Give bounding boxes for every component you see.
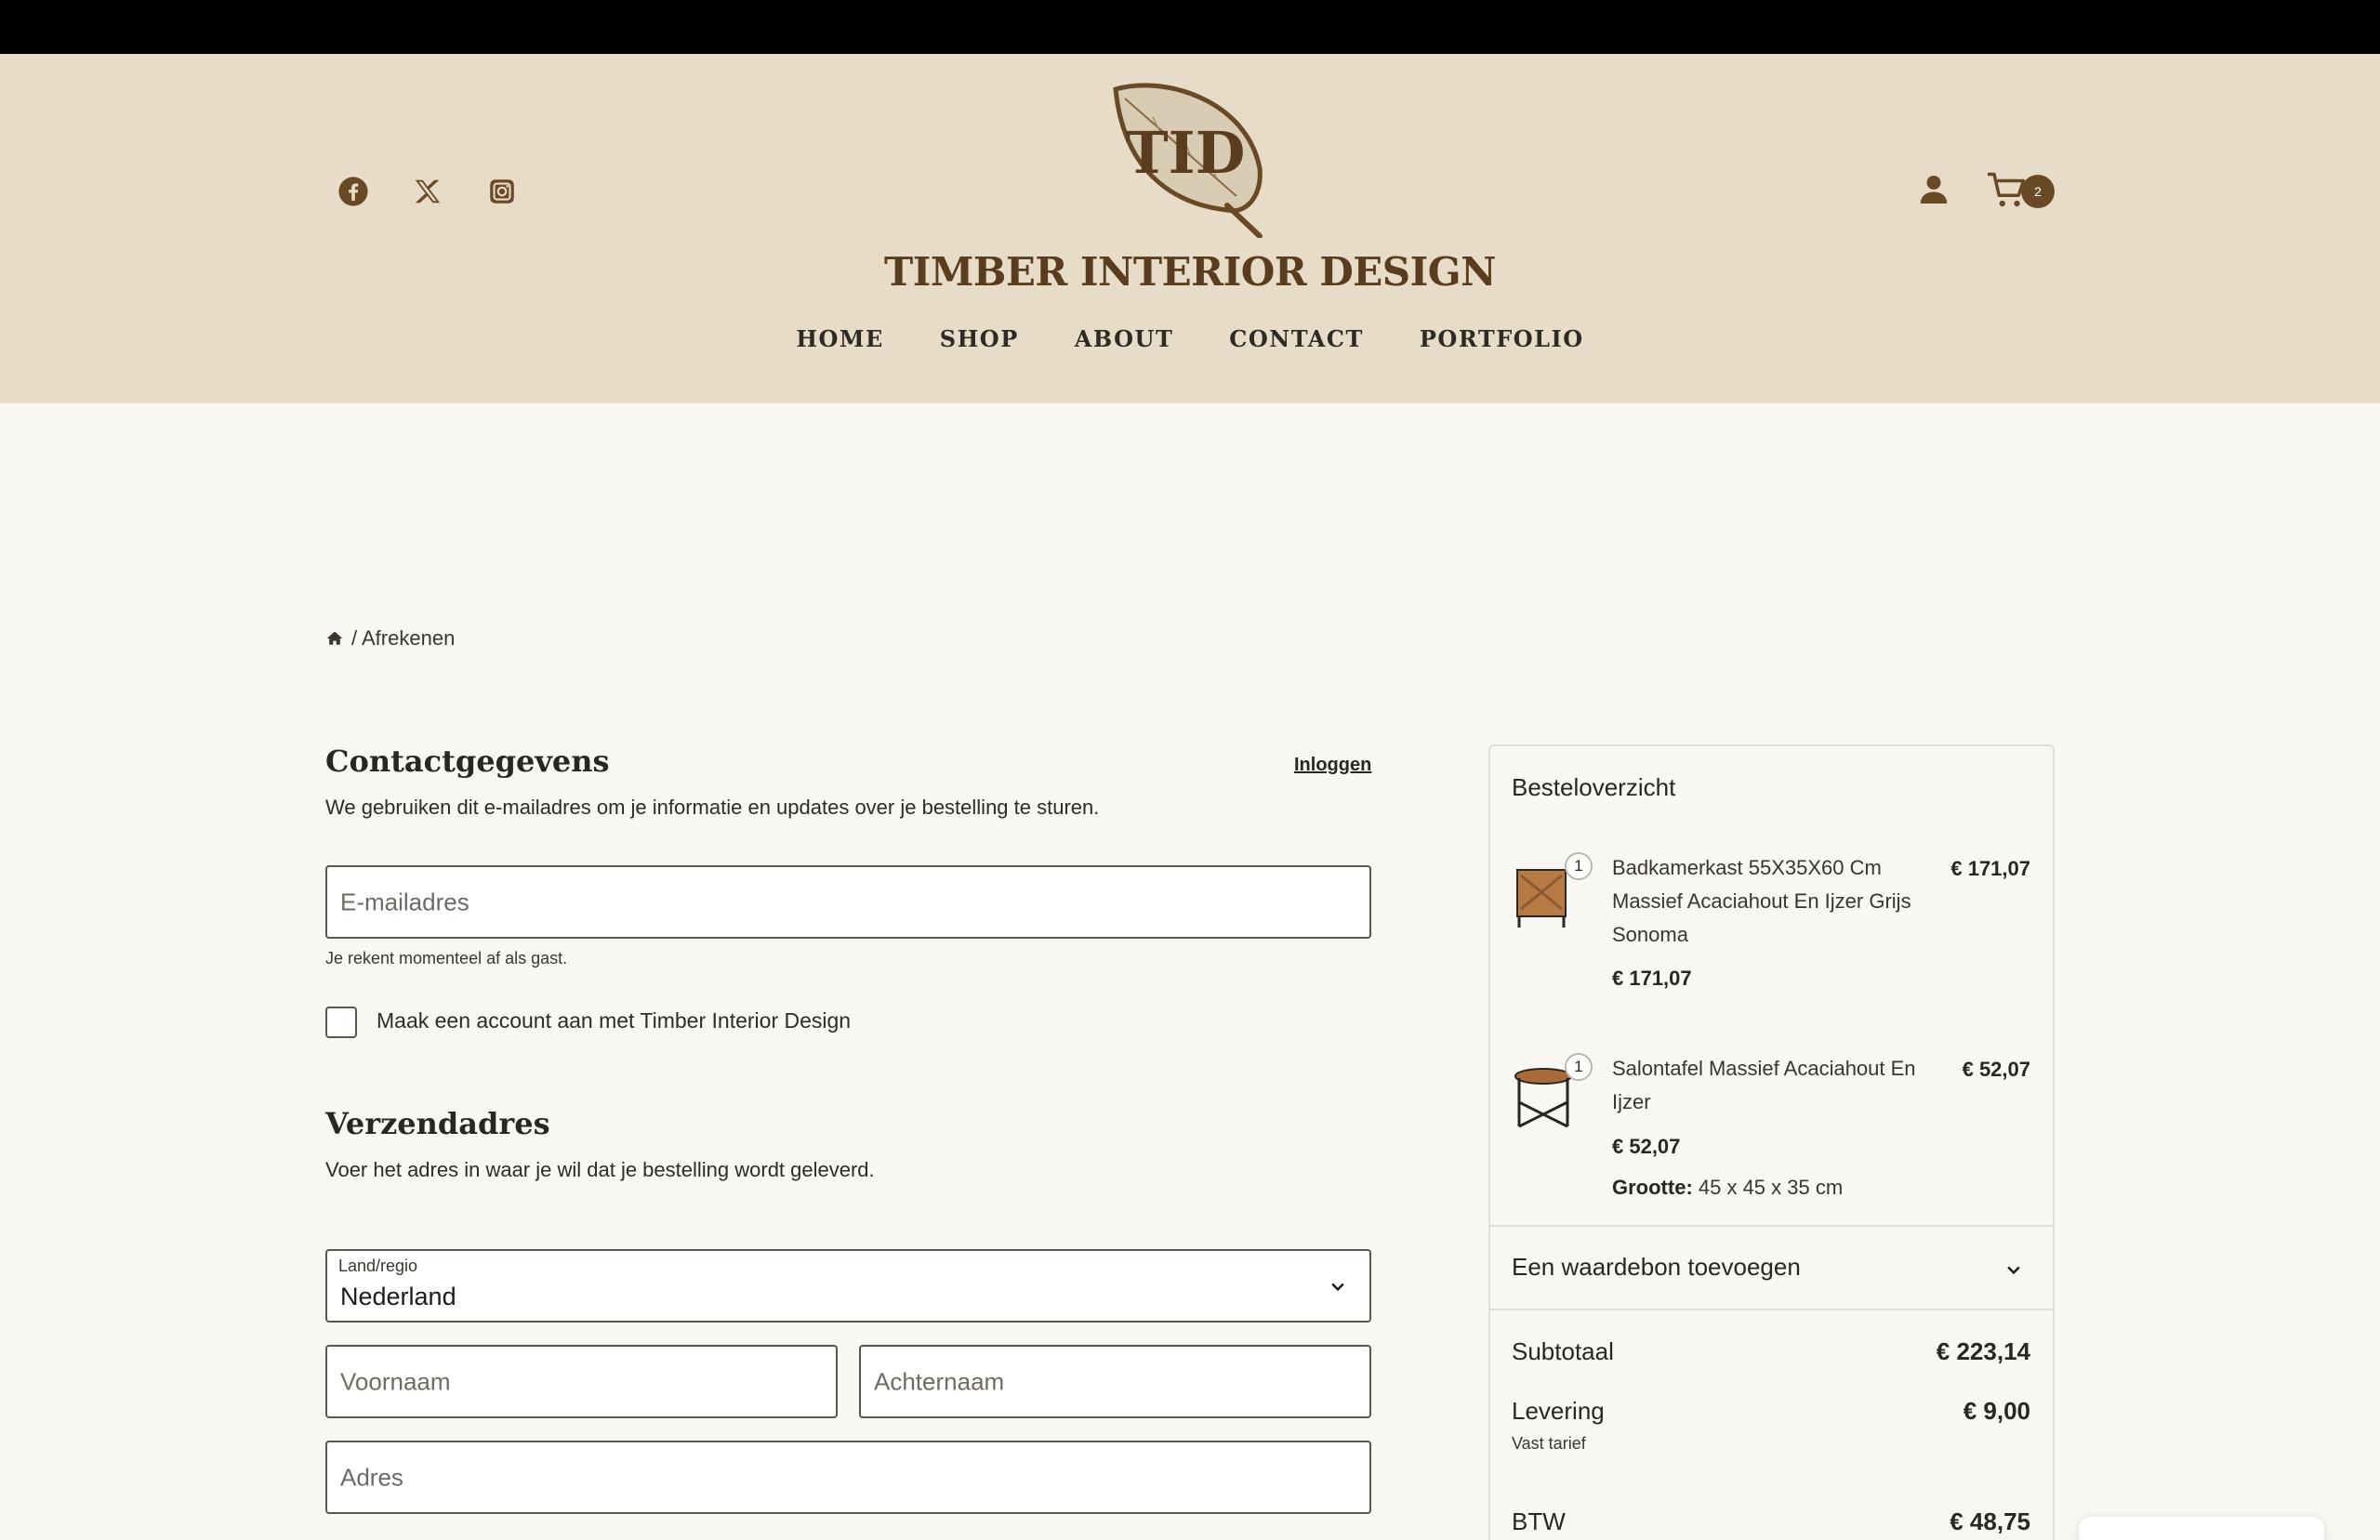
breadcrumb-current: / Afrekenen [351,626,456,650]
item-line-total: € 52,07 [1962,1058,2030,1081]
last-name-field[interactable]: Achternaam [859,1345,1371,1418]
delivery-label: Levering [1512,1397,1605,1425]
nav-about[interactable]: ABOUT [1075,325,1174,352]
svg-text:TID: TID [1126,119,1246,187]
create-account-checkbox[interactable] [325,1007,357,1038]
country-value: Nederland [340,1283,456,1310]
breadcrumb: / Afrekenen [325,626,455,651]
nav-home[interactable]: HOME [796,325,883,352]
delivery-value: € 9,00 [1963,1397,2030,1425]
item-name: Salontafel Massief Acaciahout En Ijzer [1612,1057,1916,1113]
nav-shop[interactable]: SHOP [940,325,1019,352]
instagram-icon[interactable] [483,173,521,210]
chevron-down-icon [1331,1283,1344,1292]
address-field[interactable]: Adres [325,1441,1371,1514]
brand-logo[interactable]: TID [1097,80,1283,239]
brand-name[interactable]: TIMBER INTERIOR DESIGN [865,249,1515,295]
country-label: Land/regio [338,1257,418,1275]
guest-note: Je rekent momenteel af als gast. [325,949,568,967]
account-icon[interactable] [1915,171,1952,208]
subtotal-value: € 223,14 [1936,1337,2030,1365]
variation-label: Grootte: [1612,1176,1693,1199]
quantity-badge: 1 [1565,852,1593,880]
home-icon[interactable] [325,629,344,648]
main-nav: HOME SHOP ABOUT CONTACT PORTFOLIO [0,325,2380,352]
item-unit-price: € 52,07 [1612,1135,1681,1158]
contact-description: We gebruiken dit e-mailadres om je infor… [325,796,1100,819]
email-placeholder: E-mailadres [340,888,469,915]
country-select[interactable]: Land/regio Nederland [325,1249,1371,1323]
order-summary-title: Besteloverzicht [1512,773,1676,801]
nav-portfolio[interactable]: PORTFOLIO [1420,325,1584,352]
item-variation: Grootte: 45 x 45 x 35 cm [1612,1176,1843,1200]
create-account-label[interactable]: Maak een account aan met Timber Interior… [377,1008,851,1033]
address-placeholder: Adres [340,1463,403,1491]
subtotal-label: Subtotaal [1512,1337,1614,1365]
nav-contact[interactable]: CONTACT [1229,325,1364,352]
floating-widget[interactable] [2079,1517,2324,1540]
chevron-down-icon[interactable] [2004,1260,2023,1279]
tax-label: BTW [1512,1507,1566,1535]
divider [1490,1225,2053,1227]
delivery-note: Vast tarief [1512,1434,1586,1453]
quantity-badge: 1 [1565,1053,1593,1081]
top-bar [0,0,2380,54]
divider [1490,1309,2053,1310]
item-name: Badkamerkast 55X35X60 Cm Massief Acaciah… [1612,856,1911,946]
variation-value: 45 x 45 x 35 cm [1692,1176,1844,1199]
shipping-title: Verzendadres [325,1106,550,1141]
first-name-field[interactable]: Voornaam [325,1345,838,1418]
shipping-description: Voer het adres in waar je wil dat je bes… [325,1158,875,1181]
last-name-placeholder: Achternaam [874,1367,1005,1395]
first-name-placeholder: Voornaam [340,1367,451,1395]
tax-value: € 48,75 [1950,1507,2030,1535]
coupon-toggle[interactable]: Een waardebon toevoegen [1512,1253,1801,1282]
item-line-total: € 171,07 [1950,857,2030,880]
login-link[interactable]: Inloggen [1294,755,1371,776]
email-field[interactable]: E-mailadres [325,865,1371,939]
x-icon[interactable] [409,173,446,210]
contact-title: Contactgegevens [325,744,610,779]
facebook-icon[interactable] [335,173,372,210]
item-unit-price: € 171,07 [1612,967,1692,990]
cart-count-badge: 2 [2021,175,2055,208]
